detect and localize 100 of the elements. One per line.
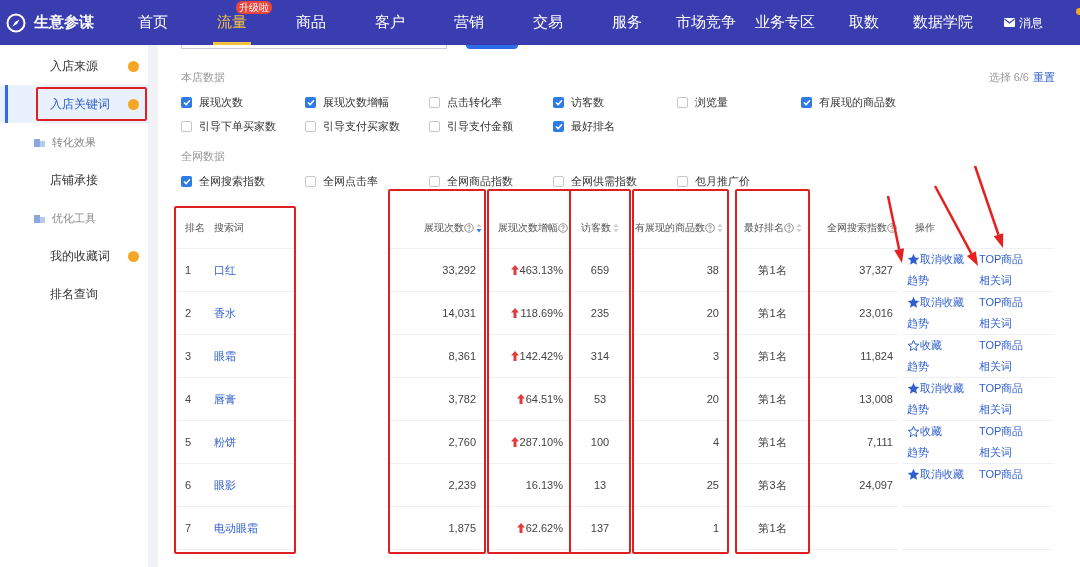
top-products-link[interactable]: TOP商品 [979,466,1024,483]
checkbox[interactable] [181,120,192,132]
related-words-link[interactable]: 相关词 [979,315,1012,332]
checkbox[interactable] [305,96,316,108]
group-title: 本店数据 [181,69,225,85]
checkbox[interactable] [677,175,688,187]
checkbox[interactable] [305,120,316,132]
building-icon [34,213,45,223]
sidebar-item[interactable]: 入店关键词 [0,85,148,123]
search-button[interactable] [466,45,518,49]
table-cell-text: 20 [706,305,719,321]
keyword-link[interactable]: 电动眼霜 [214,519,258,537]
column-header: 展现次数增幅 [498,221,558,235]
checkbox[interactable] [801,96,812,108]
checkbox[interactable] [181,96,192,108]
keyword-link[interactable]: 口红 [214,261,236,279]
selection-count: 选择 6/6 [988,69,1029,85]
top-products-link[interactable]: TOP商品 [979,380,1024,397]
mail-icon[interactable] [1004,18,1015,27]
checkbox[interactable] [181,175,192,187]
favorite-link[interactable]: 取消收藏 [907,380,964,397]
keyword-link[interactable]: 粉饼 [214,433,236,451]
app-logo[interactable]: 生意参谋 [34,11,94,34]
table-cell: 142.42% [510,347,563,365]
checkbox[interactable] [429,175,440,187]
sort-icon[interactable] [476,222,482,233]
star-icon [907,296,920,309]
star-outline-icon [907,339,920,352]
star-icon [907,382,920,395]
sidebar-item[interactable]: 我的收藏词 [0,237,148,275]
checkbox-label: 包月推广价 [695,173,750,189]
help-icon[interactable] [558,222,568,233]
up-arrow-icon [516,523,525,533]
table-cell-text: 1 [712,520,719,536]
checkbox[interactable] [553,96,564,108]
sidebar-item[interactable]: 排名查询 [0,275,148,313]
nav-tab[interactable]: 客户 [370,0,409,45]
favorite-link[interactable]: 取消收藏 [907,251,964,268]
top-products-link[interactable]: TOP商品 [979,423,1024,440]
help-icon[interactable] [464,222,474,233]
messages-link[interactable]: 消息 [1019,13,1043,32]
checkbox[interactable] [305,175,316,187]
checkbox[interactable] [429,120,440,132]
checkbox-label: 全网商品指数 [447,173,513,189]
checkbox[interactable] [677,96,688,108]
trend-link[interactable]: 趋势 [907,272,929,289]
top-products-link[interactable]: TOP商品 [979,294,1024,311]
trend-link[interactable]: 趋势 [907,358,929,375]
help-icon[interactable] [783,222,794,233]
checkbox-label: 点击转化率 [447,94,502,110]
help-icon[interactable] [887,222,897,233]
help-icon[interactable] [705,222,715,233]
column-header: 有展现的商品数 [635,221,705,235]
nav-tab[interactable]: 服务 [607,0,646,45]
nav-tab[interactable]: 商品 [291,0,330,45]
checkbox-label: 访客数 [571,94,604,110]
trend-link[interactable]: 趋势 [907,444,929,461]
related-words-link[interactable]: 相关词 [979,401,1012,418]
table-cell-text: 20 [706,391,719,407]
nav-tab[interactable]: 取数 [844,0,883,45]
table-cell: 64.51% [516,390,563,408]
table-cell-text: 25 [706,477,719,493]
nav-tab[interactable]: 市场竞争 [671,0,740,45]
nav-tab[interactable]: 首页 [133,0,172,45]
checkbox[interactable] [553,120,564,132]
favorite-link[interactable]: 收藏 [907,423,942,440]
favorite-link[interactable]: 取消收藏 [907,294,964,311]
table-cell-text: 1,875 [448,520,476,536]
checkbox[interactable] [429,96,440,108]
keyword-link[interactable]: 眼霜 [214,347,236,365]
table-cell: 287.10% [510,433,563,451]
related-words-link[interactable]: 相关词 [979,358,1012,375]
search-field[interactable] [181,45,447,49]
checkbox[interactable] [553,175,564,187]
checkbox-label: 最好排名 [571,118,615,134]
trend-link[interactable]: 趋势 [907,315,929,332]
sidebar-item[interactable]: 店铺承接 [0,161,148,199]
reset-link[interactable]: 重置 [1033,68,1055,86]
related-words-link[interactable]: 相关词 [979,272,1012,289]
related-words-link[interactable]: 相关词 [979,444,1012,461]
up-arrow-icon [516,394,525,404]
table-cell-text: 3,782 [448,391,476,407]
trend-link[interactable]: 趋势 [907,401,929,418]
top-products-link[interactable]: TOP商品 [979,337,1024,354]
table-cell-text: 314 [590,348,610,364]
favorite-link[interactable]: 收藏 [907,337,942,354]
top-products-link[interactable]: TOP商品 [979,251,1024,268]
favorite-link[interactable]: 取消收藏 [907,466,964,483]
keyword-link[interactable]: 香水 [214,304,236,322]
table-cell-text: 第1名 [758,391,787,407]
nav-tab[interactable]: 交易 [528,0,567,45]
nav-tab[interactable]: 营销 [449,0,488,45]
nav-tab[interactable]: 数据学院 [908,0,977,45]
keyword-link[interactable]: 眼影 [214,476,236,494]
sidebar-item[interactable]: 入店来源 [0,47,148,85]
keyword-link[interactable]: 唇膏 [214,390,236,408]
table-cell-text: 第1名 [758,520,787,536]
nav-tab[interactable]: 业务专区 [750,0,819,45]
column-header: 访客数 [581,221,611,235]
up-arrow-icon [510,437,519,447]
